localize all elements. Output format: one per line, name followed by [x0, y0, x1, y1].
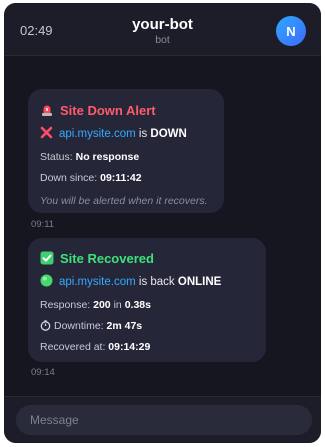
check-box-icon: [40, 251, 54, 268]
chat-title[interactable]: your-bot: [4, 16, 321, 33]
host-link[interactable]: api.mysite.com: [59, 128, 136, 140]
stopwatch-icon: [40, 320, 51, 334]
chat-header: 02:49 your-bot bot N: [4, 3, 321, 56]
response-detail: Response: 200 in 0.38s: [40, 299, 151, 311]
downtime-label: Downtime:: [54, 320, 104, 332]
chat-window: 02:49 your-bot bot N Site Down Alert api…: [4, 3, 321, 443]
downtime-value: 2m 47s: [106, 320, 143, 332]
message-timestamp: 09:14: [31, 367, 55, 378]
recovered-label: Recovered at:: [40, 341, 106, 353]
host-link[interactable]: api.mysite.com: [59, 276, 136, 288]
message-bubble-down: Site Down Alert api.mysite.com is DOWN S…: [28, 89, 224, 213]
status-detail: Status: No response: [40, 151, 139, 163]
response-label: Response:: [40, 299, 91, 311]
message-heading-row: Site Recovered: [40, 251, 154, 268]
avatar[interactable]: N: [276, 16, 306, 46]
message-heading-row: Site Down Alert: [40, 103, 156, 120]
message-note: You will be alerted when it recovers.: [40, 195, 208, 207]
message-heading: Site Recovered: [60, 251, 154, 266]
green-circle-icon: [40, 274, 53, 290]
status-connector: is back: [138, 276, 175, 288]
chat-subtitle: bot: [155, 34, 170, 46]
recovered-value: 09:14:29: [108, 341, 151, 353]
downtime-detail: Downtime: 2m 47s: [40, 320, 142, 334]
state-value: DOWN: [150, 128, 187, 140]
down-since-label: Down since:: [40, 172, 98, 184]
down-since-value: 09:11:42: [100, 172, 142, 184]
state-value: ONLINE: [177, 276, 222, 288]
status-connector: is: [138, 128, 148, 140]
message-input[interactable]: [16, 405, 312, 435]
message-bubble-recovered: Site Recovered api.mysite.com is back ON…: [28, 238, 266, 362]
status-label: Status:: [40, 151, 73, 163]
status-value: No response: [75, 151, 140, 163]
status-line: api.mysite.com is back ONLINE: [40, 274, 221, 290]
siren-icon: [40, 103, 54, 120]
cross-mark-icon: [40, 126, 53, 142]
message-heading: Site Down Alert: [60, 103, 156, 118]
status-line: api.mysite.com is DOWN: [40, 126, 187, 142]
response-code: 200: [93, 299, 111, 311]
response-time: 0.38s: [124, 299, 151, 311]
message-timestamp: 09:11: [31, 219, 55, 230]
recovered-detail: Recovered at: 09:14:29: [40, 341, 150, 353]
composer-bar: [4, 396, 321, 443]
response-in: in: [113, 299, 122, 311]
down-since-detail: Down since: 09:11:42: [40, 172, 142, 184]
